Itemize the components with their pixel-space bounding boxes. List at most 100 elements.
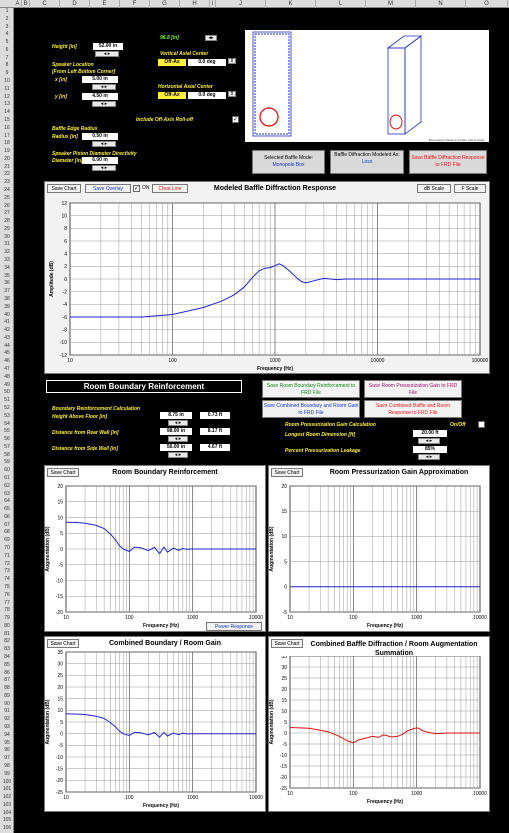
row-header[interactable]: 78	[0, 607, 14, 615]
row-header[interactable]: 25	[0, 195, 14, 203]
row-header[interactable]: 71	[0, 553, 14, 561]
row-header[interactable]: 64	[0, 498, 14, 506]
row-header[interactable]: 53	[0, 413, 14, 421]
row-header[interactable]: 77	[0, 600, 14, 608]
row-header[interactable]: 27	[0, 210, 14, 218]
rear-wall-value[interactable]: 98.00 in	[160, 428, 192, 435]
offaxis-checkbox[interactable]: ✓	[232, 116, 239, 123]
row-header[interactable]: 47	[0, 366, 14, 374]
row-header[interactable]: 20	[0, 156, 14, 164]
row-header[interactable]: 96	[0, 747, 14, 755]
leakage-value[interactable]: 85%	[413, 446, 447, 453]
row-header[interactable]: 90	[0, 701, 14, 709]
height-spinner[interactable]: ◂ ▸	[95, 51, 119, 57]
row-header[interactable]: 49	[0, 382, 14, 390]
row-header[interactable]: 33	[0, 257, 14, 265]
row-header[interactable]: 82	[0, 638, 14, 646]
row-header[interactable]: 28	[0, 218, 14, 226]
row-header[interactable]: 50	[0, 389, 14, 397]
row-header[interactable]: 40	[0, 312, 14, 320]
row-header[interactable]: 88	[0, 685, 14, 693]
row-header[interactable]: 104	[0, 810, 14, 818]
power-response-button[interactable]: Power Response	[206, 622, 262, 631]
save-chart-button[interactable]: Save Chart	[47, 184, 81, 193]
row-header[interactable]: 73	[0, 568, 14, 576]
row-header[interactable]: 2	[0, 16, 14, 24]
column-header[interactable]: E	[90, 0, 120, 8]
top-spinner[interactable]: ◂▸	[205, 35, 217, 41]
row-header[interactable]: 41	[0, 319, 14, 327]
row-header[interactable]: 11	[0, 86, 14, 94]
row-header[interactable]: 10	[0, 78, 14, 86]
row-header[interactable]: 16	[0, 125, 14, 133]
column-header[interactable]: N	[416, 0, 466, 8]
row-header[interactable]: 58	[0, 452, 14, 460]
pressurization-checkbox[interactable]	[478, 421, 485, 428]
row-header[interactable]: 75	[0, 584, 14, 592]
x-value[interactable]: 5.00 in	[82, 76, 118, 83]
row-header[interactable]: 31	[0, 241, 14, 249]
row-header[interactable]: 101	[0, 786, 14, 794]
save-baffle-frd-button[interactable]: Save Baffle Diffraction Response to FRD …	[409, 150, 487, 174]
row-header[interactable]: 84	[0, 654, 14, 662]
height-value[interactable]: 52.00 in	[93, 43, 123, 50]
row-header[interactable]: 55	[0, 428, 14, 436]
longest-spinner[interactable]: ◂ ▸	[418, 438, 440, 444]
row-header[interactable]: 74	[0, 576, 14, 584]
radius-value[interactable]: 0.50 in	[82, 133, 118, 140]
row-header[interactable]: 54	[0, 421, 14, 429]
row-header[interactable]: 94	[0, 732, 14, 740]
row-header[interactable]: 79	[0, 615, 14, 623]
leakage-spinner[interactable]: ◂ ▸	[418, 454, 440, 460]
save-combined-baffle-button[interactable]: Save Combined Baffle and Room Response t…	[364, 400, 462, 418]
column-header[interactable]: F	[120, 0, 150, 8]
row-header[interactable]: 86	[0, 670, 14, 678]
y-spinner[interactable]: ◂ ▸	[92, 101, 116, 107]
x-spinner[interactable]: ◂ ▸	[92, 84, 116, 90]
row-header[interactable]: 5	[0, 39, 14, 47]
row-header[interactable]: 29	[0, 226, 14, 234]
row-header[interactable]: 30	[0, 234, 14, 242]
row-header[interactable]: 44	[0, 343, 14, 351]
row-header[interactable]: 8	[0, 62, 14, 70]
column-header[interactable]: O	[466, 0, 508, 8]
row-header[interactable]: 93	[0, 724, 14, 732]
row-header[interactable]: 106	[0, 825, 14, 833]
row-header[interactable]: 15	[0, 117, 14, 125]
column-header[interactable]: C	[30, 0, 60, 8]
row-header[interactable]: 23	[0, 179, 14, 187]
side-wall-spinner[interactable]: ◂ ▸	[168, 452, 188, 458]
row-header[interactable]: 95	[0, 740, 14, 748]
column-header[interactable]: M	[366, 0, 416, 8]
row-header[interactable]: 3	[0, 24, 14, 32]
row-header[interactable]: 99	[0, 771, 14, 779]
save-chart-button[interactable]: Save Chart	[271, 639, 303, 648]
row-header[interactable]: 14	[0, 109, 14, 117]
row-header[interactable]: 4	[0, 31, 14, 39]
f-scale-button[interactable]: F Scale	[454, 184, 486, 193]
row-header[interactable]: 35	[0, 273, 14, 281]
row-header[interactable]: 39	[0, 304, 14, 312]
row-header[interactable]: 21	[0, 164, 14, 172]
overlay-on-checkbox[interactable]: ✓	[133, 185, 140, 192]
row-header[interactable]: 92	[0, 716, 14, 724]
row-header[interactable]: 32	[0, 249, 14, 257]
row-header[interactable]: 89	[0, 693, 14, 701]
row-header[interactable]: 62	[0, 483, 14, 491]
column-header[interactable]: K	[266, 0, 316, 8]
row-header[interactable]: 70	[0, 545, 14, 553]
row-header[interactable]: 7	[0, 55, 14, 63]
row-header[interactable]: 60	[0, 467, 14, 475]
row-header[interactable]: 6	[0, 47, 14, 55]
row-header[interactable]: 37	[0, 288, 14, 296]
vertical-axis-value[interactable]: 0.0 deg	[188, 59, 226, 66]
row-header[interactable]: 9	[0, 70, 14, 78]
longest-value[interactable]: 20.00 ft	[413, 430, 447, 437]
row-header[interactable]: 83	[0, 646, 14, 654]
row-header[interactable]: 56	[0, 436, 14, 444]
vertical-axis-spinner[interactable]: ⇕	[228, 58, 236, 64]
save-pressurization-button[interactable]: Save Room Pressurization Gain to FRD Fil…	[364, 380, 462, 398]
height-floor-spinner[interactable]: ◂ ▸	[168, 420, 188, 426]
save-combined-button[interactable]: Save Combined Boundary and Room Gain to …	[262, 400, 360, 418]
db-scale-button[interactable]: dB Scale	[417, 184, 451, 193]
